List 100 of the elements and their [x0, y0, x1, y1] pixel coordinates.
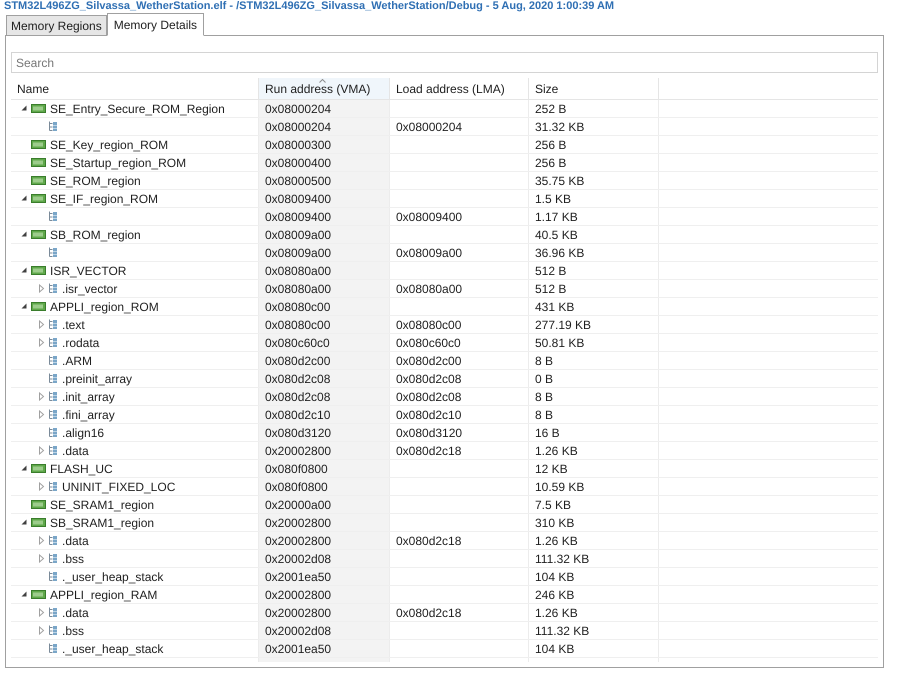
table-cell-text: 1.26 KB: [535, 532, 578, 550]
table-cell-text: 8 B: [535, 406, 554, 424]
expand-icon[interactable]: [37, 482, 45, 491]
table-cell-text: 1.5 KB: [535, 190, 572, 208]
table-cell-text: 0x08009400: [396, 208, 462, 226]
expand-icon[interactable]: [37, 608, 45, 617]
table-cell-text: 40.5 KB: [535, 226, 578, 244]
table-cell-text: .init_array: [62, 388, 115, 406]
table-cell-text: 0x08080c00: [396, 316, 462, 334]
collapse-icon[interactable]: [20, 302, 28, 311]
table-cell-text: 0x20002800: [265, 532, 332, 550]
table-cell-text: 0x08000204: [265, 100, 332, 118]
expand-icon[interactable]: [37, 446, 45, 455]
table-cell-text: 0x080d2c18: [396, 604, 462, 622]
expand-icon[interactable]: [37, 284, 45, 293]
table-cell-text: 0x080d2c10: [396, 406, 462, 424]
table-cell-text: 0x08000204: [396, 118, 462, 136]
table-cell-text: 0x08080c00: [265, 298, 330, 316]
window-title: STM32L496ZG_Silvassa_WetherStation.elf - /STM32L496ZG_Silvassa_WetherStation/Debug - 5 Aug, 2020 1:00:39 AM: [3, 0, 616, 13]
table-cell-text: APPLI_region_RAM: [50, 586, 158, 604]
table-cell-text: 0x08000400: [265, 154, 332, 172]
table-cell-text: SB_SRAM1_region: [50, 514, 154, 532]
table-cell-text: 16 B: [535, 424, 560, 442]
table-cell-text: 8 B: [535, 388, 554, 406]
expand-icon[interactable]: [37, 410, 45, 419]
table-cell-text: .ARM: [62, 352, 92, 370]
table-cell-text: 0x080d3120: [396, 424, 462, 442]
table-cell-text: 0x2001ea50: [265, 640, 332, 658]
table-cell-text: 10.59 KB: [535, 478, 584, 496]
table-cell-text: 512 B: [535, 280, 566, 298]
table-cell-text: 12 KB: [535, 460, 568, 478]
table-cell-text: 0x080c60c0: [396, 334, 461, 352]
collapse-icon[interactable]: [20, 230, 28, 239]
collapse-icon[interactable]: [20, 194, 28, 203]
table-cell-text: 0x08009400: [265, 208, 332, 226]
search-field[interactable]: Search: [11, 52, 878, 73]
table-cell-text: .preinit_array: [62, 370, 132, 388]
table-cell-text: 0x08080a00: [265, 262, 332, 280]
table-cell-text: ._user_heap_stack: [62, 568, 164, 586]
expand-icon[interactable]: [37, 320, 45, 329]
table-cell-text: .text: [62, 316, 85, 334]
table-cell-text: 0x08000500: [265, 172, 332, 190]
table-cell-text: 0x080d2c08: [396, 388, 462, 406]
table-cell-text: 0x20000a00: [265, 496, 332, 514]
table-cell-text: 0x08009a00: [265, 226, 332, 244]
collapse-icon[interactable]: [20, 590, 28, 599]
table-cell-text: 310 KB: [535, 514, 574, 532]
expand-icon[interactable]: [37, 392, 45, 401]
table-cell-text: SE_Startup_region_ROM: [50, 154, 186, 172]
table-cell-text: .align16: [62, 424, 104, 442]
expand-icon[interactable]: [37, 338, 45, 347]
table-cell-text: .fini_array: [62, 406, 115, 424]
table-cell-text: 104 KB: [535, 640, 574, 658]
table-cell-text: 7.5 KB: [535, 496, 572, 514]
table-cell-text: .bss: [62, 550, 84, 568]
table-cell-text: 1.26 KB: [535, 442, 578, 460]
collapse-icon[interactable]: [20, 518, 28, 527]
table-cell-text: 0x080f0800: [265, 478, 328, 496]
column-header[interactable]: Run address (VMA): [259, 78, 390, 99]
table-cell-text: 35.75 KB: [535, 172, 584, 190]
table-cell-text: 50.81 KB: [535, 334, 584, 352]
table-cell-text: 0x20002d08: [265, 550, 332, 568]
table-cell-text: SB_ROM_region: [50, 226, 141, 244]
table-cell-text: .bss: [62, 622, 84, 640]
table-cell-text: FLASH_UC: [50, 460, 113, 478]
table-cell-text: 0x080d2c00: [265, 352, 330, 370]
table-cell-text: 512 B: [535, 262, 566, 280]
expand-icon[interactable]: [37, 554, 45, 563]
table-cell-text: 0x080d2c08: [396, 370, 462, 388]
table-cell-text: .data: [62, 604, 89, 622]
table-cell-text: 0x08000300: [265, 136, 332, 154]
table-cell-text: 31.32 KB: [535, 118, 584, 136]
table-cell-text: 431 KB: [535, 298, 574, 316]
table-cell-text: 111.32 KB: [535, 550, 590, 568]
table-cell-text: SE_Key_region_ROM: [50, 136, 168, 154]
tab[interactable]: Memory Regions: [6, 15, 107, 35]
table-cell-text: 0x08000204: [265, 118, 332, 136]
expand-icon[interactable]: [37, 626, 45, 635]
table-cell-text: 0x08080c00: [265, 316, 330, 334]
collapse-icon[interactable]: [20, 266, 28, 275]
table-cell-text: 0x2001ea50: [265, 568, 332, 586]
table-cell-text: 256 B: [535, 154, 566, 172]
table-cell-text: 0x080d2c18: [396, 532, 462, 550]
collapse-icon[interactable]: [20, 464, 28, 473]
table-cell-text: APPLI_region_ROM: [50, 298, 159, 316]
table-cell-text: 8 B: [535, 352, 554, 370]
collapse-icon[interactable]: [20, 104, 28, 113]
table-cell-text: 252 B: [535, 100, 566, 118]
tab[interactable]: Memory Details: [106, 13, 204, 36]
table-cell-text: 0x080c60c0: [265, 334, 330, 352]
sort-icon: [319, 79, 326, 83]
table-cell-text: 0x08009a00: [396, 244, 462, 262]
table-cell-text: ._user_heap_stack: [62, 640, 164, 658]
table-cell-text: 1.26 KB: [535, 604, 578, 622]
expand-icon[interactable]: [37, 536, 45, 545]
table-cell-text: 0x080d2c18: [396, 442, 462, 460]
table-cell-text: 0x080d2c08: [265, 388, 330, 406]
table-cell-text: 0x20002800: [265, 514, 332, 532]
table-cell-text: 0x08009a00: [265, 244, 332, 262]
table-cell-text: 104 KB: [535, 568, 574, 586]
